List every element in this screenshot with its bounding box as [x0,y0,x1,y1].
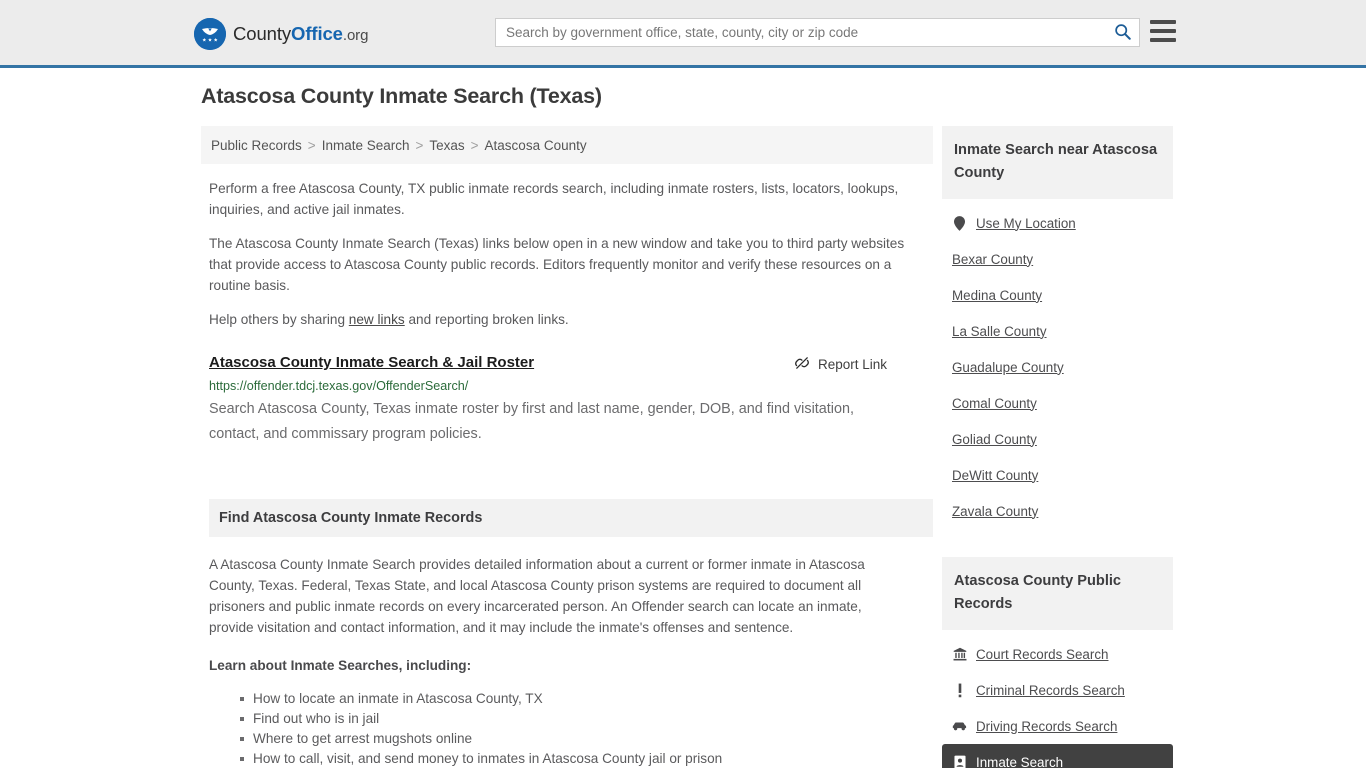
sidebar-public-records-heading: Atascosa County Public Records [942,557,1173,630]
sidebar-link-criminal-records-search[interactable]: Criminal Records Search [976,683,1125,698]
sidebar-item-dewitt-county[interactable]: DeWitt County [942,457,1173,493]
exclamation-icon [952,683,967,698]
sidebar-public-records-panel: Atascosa County Public Records Court Rec… [942,557,1173,768]
share-text-after: and reporting broken links. [404,312,569,327]
breadcrumb: Public Records > Inmate Search > Texas >… [201,126,933,164]
sidebar-public-records-list: Court Records Search Criminal Records Se… [942,636,1173,768]
courthouse-icon [952,647,967,662]
sidebar-link-comal-county[interactable]: Comal County [952,396,1037,411]
car-icon [952,719,967,734]
section-heading: Find Atascosa County Inmate Records [209,499,933,537]
list-item: Where to get arrest mugshots online [240,729,933,749]
report-link-button[interactable]: Report Link [794,355,887,374]
sidebar-item-medina-county[interactable]: Medina County [942,277,1173,313]
hamburger-bar [1150,20,1176,24]
sidebar-link-driving-records-search[interactable]: Driving Records Search [976,719,1117,734]
breadcrumb-separator: > [415,137,424,153]
sidebar-link-goliad-county[interactable]: Goliad County [952,432,1037,447]
logo-text-county: County [233,23,292,44]
sidebar-item-goliad-county[interactable]: Goliad County [942,421,1173,457]
section-paragraph: A Atascosa County Inmate Search provides… [209,557,865,635]
list-item: How to locate an inmate in Atascosa Coun… [240,689,933,709]
search-button[interactable] [1105,19,1139,46]
sidebar-item-driving-records-search[interactable]: Driving Records Search [942,708,1173,744]
id-badge-icon [952,755,967,768]
sidebar-link-inmate-search[interactable]: Inmate Search [976,755,1063,768]
sidebar-link-zavala-county[interactable]: Zavala County [952,504,1038,519]
breadcrumb-item-inmate-search[interactable]: Inmate Search [322,138,410,153]
hamburger-bar [1150,29,1176,33]
share-text-before: Help others by sharing [209,312,349,327]
breadcrumb-separator: > [307,137,316,153]
sidebar-link-medina-county[interactable]: Medina County [952,288,1042,303]
site-logo[interactable]: CountyOffice.org [194,18,368,50]
site-header: CountyOffice.org [0,0,1366,68]
learn-heading: Learn about Inmate Searches, including: [209,658,472,673]
eagle-shield-logo-icon [194,18,226,50]
sidebar-item-zavala-county[interactable]: Zavala County [942,493,1173,529]
sidebar-link-court-records-search[interactable]: Court Records Search [976,647,1108,662]
learn-bullet-list: How to locate an inmate in Atascosa Coun… [209,689,933,768]
logo-text-org: .org [342,27,369,44]
page-title: Atascosa County Inmate Search (Texas) [201,84,602,108]
sidebar-item-court-records-search[interactable]: Court Records Search [942,636,1173,672]
sidebar-item-comal-county[interactable]: Comal County [942,385,1173,421]
report-link-label: Report Link [817,357,887,372]
sidebar-item-la-salle-county[interactable]: La Salle County [942,313,1173,349]
sidebar-nearby-heading: Inmate Search near Atascosa County [942,126,1173,199]
breadcrumb-item-atascosa-county[interactable]: Atascosa County [485,138,587,153]
result-title-link[interactable]: Atascosa County Inmate Search & Jail Ros… [209,354,534,371]
sidebar-link-bexar-county[interactable]: Bexar County [952,252,1033,267]
search-box[interactable] [495,18,1140,47]
new-links-link[interactable]: new links [349,312,405,327]
broken-link-icon [794,355,810,374]
search-icon [1114,23,1131,43]
logo-text-office: Office [291,23,343,44]
result-description: Search Atascosa County, Texas inmate ros… [209,401,854,442]
sidebar-link-la-salle-county[interactable]: La Salle County [952,324,1047,339]
breadcrumb-item-public-records[interactable]: Public Records [211,138,302,153]
sidebar-item-guadalupe-county[interactable]: Guadalupe County [942,349,1173,385]
intro-paragraph-2: The Atascosa County Inmate Search (Texas… [209,236,905,293]
hamburger-bar [1150,38,1176,42]
page-body: Atascosa County Inmate Search (Texas) Pu… [0,68,1366,768]
sidebar-link-dewitt-county[interactable]: DeWitt County [952,468,1038,483]
breadcrumb-separator: > [470,137,479,153]
main-content: Public Records > Inmate Search > Texas >… [201,126,933,768]
sidebar-link-guadalupe-county[interactable]: Guadalupe County [952,360,1064,375]
logo-wordmark: CountyOffice.org [233,23,368,45]
result-header-row: Atascosa County Inmate Search & Jail Ros… [209,354,933,374]
list-item: How to call, visit, and send money to in… [240,749,933,768]
sidebar-item-bexar-county[interactable]: Bexar County [942,241,1173,277]
sidebar-item-criminal-records-search[interactable]: Criminal Records Search [942,672,1173,708]
list-item: Find out who is in jail [240,709,933,729]
sidebar-link-use-my-location[interactable]: Use My Location [976,216,1076,231]
map-pin-icon [952,215,967,231]
intro-paragraph-1: Perform a free Atascosa County, TX publi… [209,181,899,217]
intro-paragraph-3: Help others by sharing new links and rep… [209,309,925,330]
breadcrumb-item-texas[interactable]: Texas [429,138,464,153]
search-input[interactable] [496,19,1105,46]
sidebar-item-inmate-search[interactable]: Inmate Search [942,744,1173,768]
section-body: A Atascosa County Inmate Search provides… [209,554,933,768]
result-url[interactable]: https://offender.tdcj.texas.gov/Offender… [209,379,933,393]
result-item: Atascosa County Inmate Search & Jail Ros… [209,354,933,447]
sidebar-item-use-my-location[interactable]: Use My Location [942,205,1173,241]
sidebar-nearby-list: Use My Location Bexar County Medina Coun… [942,205,1173,529]
sidebar: Inmate Search near Atascosa County Use M… [942,126,1173,768]
hamburger-menu-icon[interactable] [1150,20,1176,42]
